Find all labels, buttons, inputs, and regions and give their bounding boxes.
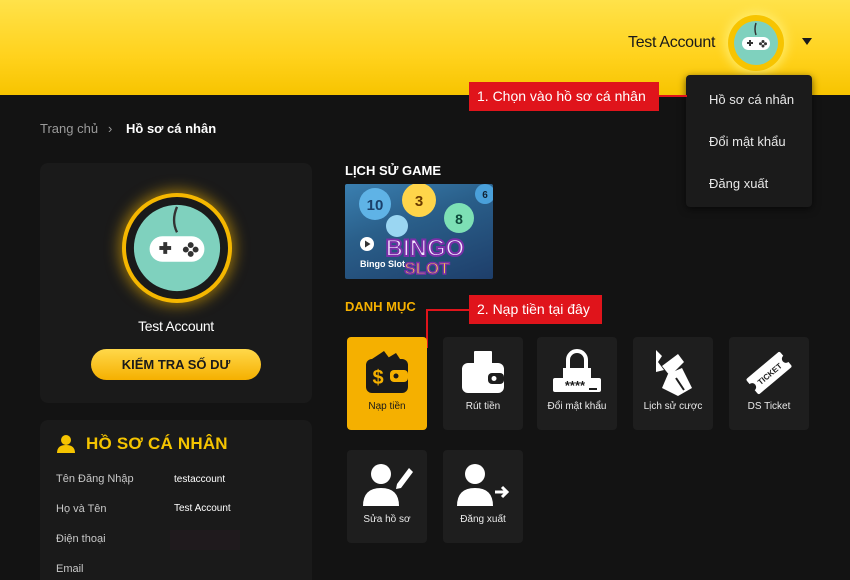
- svg-text:BINGO: BINGO: [386, 235, 465, 262]
- category-label: Rút tiền: [465, 401, 501, 412]
- callout-line-1: [659, 95, 687, 97]
- header-avatar[interactable]: [728, 15, 784, 71]
- svg-text:SLOT: SLOT: [404, 259, 450, 278]
- callout-step-2: 2. Nạp tiền tại đây: [469, 295, 602, 324]
- category-label: Sửa hồ sơ: [363, 514, 411, 525]
- category-label: DS Ticket: [747, 401, 791, 412]
- lock-password-icon: ****: [553, 348, 601, 393]
- play-icon[interactable]: [360, 237, 374, 251]
- game-history-title: LỊCH SỬ GAME: [345, 163, 442, 178]
- account-dropdown-menu: Hồ sơ cá nhân Đổi mật khẩu Đăng xuất: [686, 75, 812, 207]
- wallet-withdraw-icon: [462, 350, 504, 393]
- menu-item-profile[interactable]: Hồ sơ cá nhân: [709, 92, 794, 107]
- betting-history-icon: [656, 349, 692, 396]
- edit-profile-icon: [363, 463, 413, 506]
- field-value-username: testaccount: [174, 474, 226, 485]
- category-label: Đăng xuất: [460, 514, 506, 525]
- category-label: Đổi mật khẩu: [547, 401, 607, 412]
- ticket-icon: TICKET: [746, 351, 792, 394]
- category-logout[interactable]: Đăng xuất: [443, 450, 523, 543]
- category-deposit[interactable]: $ Nạp tiền: [347, 337, 427, 430]
- category-label: Nạp tiền: [368, 401, 406, 412]
- user-icon: [57, 435, 75, 453]
- svg-text:****: ****: [565, 378, 586, 393]
- breadcrumb-separator: ›: [108, 121, 113, 136]
- logout-icon: [457, 463, 509, 506]
- dropdown-caret-icon[interactable]: [802, 38, 812, 45]
- menu-item-logout[interactable]: Đăng xuất: [709, 176, 768, 191]
- svg-text:10: 10: [367, 197, 384, 214]
- field-label-email: Email: [56, 563, 84, 575]
- category-withdraw[interactable]: Rút tiền: [443, 337, 523, 430]
- category-label: Lịch sử cược: [643, 401, 703, 412]
- categories-title: DANH MỤC: [345, 299, 416, 314]
- field-label-phone: Điện thoại: [56, 533, 106, 545]
- category-change-password[interactable]: **** Đổi mật khẩu: [537, 337, 617, 430]
- category-ticket-list[interactable]: TICKET DS Ticket: [729, 337, 809, 430]
- wallet-money-icon: $: [366, 350, 408, 393]
- breadcrumb-home[interactable]: Trang chủ: [40, 121, 98, 136]
- svg-text:6: 6: [482, 190, 488, 201]
- check-balance-button[interactable]: KIỂM TRA SỐ DƯ: [91, 349, 261, 380]
- gamepad-icon: [734, 21, 778, 65]
- field-label-fullname: Họ và Tên: [56, 503, 107, 515]
- gamepad-icon: [133, 204, 221, 292]
- personal-info-title: HỒ SƠ CÁ NHÂN: [86, 434, 228, 453]
- header-account-name[interactable]: Test Account: [628, 34, 715, 52]
- category-betting-history[interactable]: Lịch sử cược: [633, 337, 713, 430]
- field-label-username: Tên Đăng Nhập: [56, 473, 134, 485]
- category-edit-profile[interactable]: Sửa hồ sơ: [347, 450, 427, 543]
- profile-avatar: [122, 193, 232, 303]
- menu-item-change-password[interactable]: Đổi mật khẩu: [709, 134, 786, 149]
- callout-line-2a: [426, 309, 469, 311]
- svg-text:$: $: [372, 367, 383, 389]
- breadcrumb-current: Hồ sơ cá nhân: [126, 121, 217, 136]
- profile-name: Test Account: [138, 318, 214, 334]
- field-value-fullname: Test Account: [174, 503, 231, 514]
- field-value-phone: [170, 530, 240, 550]
- svg-text:8: 8: [455, 211, 463, 227]
- svg-text:3: 3: [415, 193, 423, 210]
- game-name: Bingo Slot: [360, 259, 405, 269]
- callout-step-1: 1. Chọn vào hồ sơ cá nhân: [469, 82, 659, 111]
